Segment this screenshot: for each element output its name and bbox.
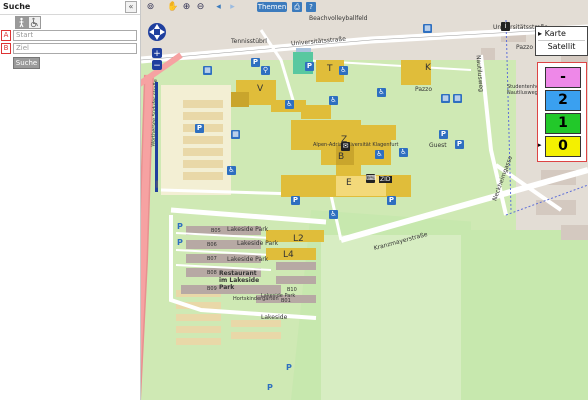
building-b-label[interactable]: B [338, 152, 344, 162]
sidebar-header: Suche « [0, 0, 140, 15]
bike-icon[interactable]: ⚲ [261, 66, 270, 75]
parking-marker-icon[interactable]: P [267, 383, 273, 392]
zoom-slider-track[interactable] [155, 82, 158, 192]
bus-stop-icon[interactable]: ▦ [203, 66, 212, 75]
home-icon[interactable]: ⊚ [145, 2, 156, 13]
wheelchair-icon[interactable] [28, 16, 41, 29]
b01-label: B01 [281, 298, 291, 304]
info-icon[interactable]: i [501, 22, 510, 31]
pan-zoom-control: + − [147, 20, 167, 80]
svg-text:+: + [153, 49, 161, 59]
collapse-sidebar-button[interactable]: « [125, 1, 137, 13]
building-k-label[interactable]: K [425, 63, 431, 73]
start-badge: A [1, 30, 11, 41]
building-v-label[interactable]: V [257, 84, 263, 94]
parking-marker-icon[interactable]: P [286, 363, 292, 372]
beachvolleyball-label: Beachvolleyballfeld [309, 15, 368, 22]
svg-text:−: − [153, 61, 161, 71]
floor-1-button[interactable]: 1 [545, 113, 581, 134]
wheelchair-parking-icon[interactable]: ♿ [377, 88, 386, 97]
floor-2-button[interactable]: 2 [545, 90, 581, 111]
b07-label: B07 [207, 256, 217, 262]
themen-button[interactable]: Themen [257, 2, 287, 12]
floor-minus-button[interactable]: - [545, 67, 581, 88]
wheelchair-parking-icon[interactable]: ♿ [227, 166, 236, 175]
parking-icon[interactable]: P [455, 140, 464, 149]
search-sidebar: Suche « A Start B Ziel Suche [0, 0, 141, 400]
bus-stop-icon[interactable]: ▦ [423, 24, 432, 33]
wheelchair-parking-icon[interactable]: ♿ [329, 210, 338, 219]
ziel-input[interactable]: Ziel [13, 43, 137, 54]
pazzo-label: Pazzo [516, 44, 533, 51]
bus-stop-icon[interactable]: ▦ [453, 94, 462, 103]
print-icon[interactable]: ⎙ [292, 2, 302, 12]
layer-switcher: ▸ Karte Satellit [535, 26, 588, 56]
parking-icon[interactable]: P [291, 196, 300, 205]
pan-hand-icon[interactable]: ✋ [167, 2, 178, 13]
street-lakeside-park-2: Lakeside Park [237, 240, 279, 247]
bus-stop-icon[interactable]: ▦ [231, 130, 240, 139]
b06-label: B06 [207, 242, 217, 248]
layer-option-karte[interactable]: ▸ Karte [538, 28, 585, 41]
parking-marker-icon[interactable]: P [177, 238, 183, 247]
street-lakeside-park-3: Lakeside Park [227, 256, 269, 263]
b05-label: B05 [211, 228, 221, 234]
computer-icon[interactable]: ⌨ [366, 174, 376, 183]
tennisstuebrl-label: Tennisstübrl [231, 38, 267, 45]
search-button[interactable]: Suche [13, 57, 40, 69]
pazzo-label-2: Pazzo [415, 86, 432, 93]
street-lakeside: Lakeside [261, 314, 288, 321]
campus-map[interactable]: V T K Z B E L2 L4 Universitätsstraße Uni… [141, 0, 588, 400]
b09-label: B09 [207, 286, 217, 292]
restaurant-label: Restaurant im Lakeside Park [219, 270, 260, 291]
resize-handle-icon[interactable]: ‖ [155, 180, 159, 188]
layer-karte-label: Karte [544, 29, 566, 38]
floor-selector: - 2 1 0 ▸ [537, 62, 587, 162]
parking-icon[interactable]: P [305, 62, 314, 71]
active-layer-marker: ▸ [538, 29, 543, 38]
help-icon[interactable]: ? [306, 2, 316, 12]
wheelchair-parking-icon[interactable]: ♿ [399, 148, 408, 157]
building-t-label[interactable]: T [327, 64, 333, 74]
wheelchair-parking-icon[interactable]: ♿ [339, 66, 348, 75]
wheelchair-parking-icon[interactable]: ♿ [375, 150, 384, 159]
studentenheim-label: Studentenheim Nautilusweg [507, 84, 546, 96]
building-l4-label[interactable]: L4 [283, 250, 294, 260]
kindergarten-label: Hortskindergarten [233, 296, 279, 302]
street-lakeside-park-1: Lakeside Park [227, 226, 269, 233]
guest-label: Guest [429, 142, 447, 149]
back-arrow-icon[interactable]: ◂ [213, 2, 224, 13]
parking-marker-icon[interactable]: P [177, 222, 183, 231]
walking-person-icon[interactable] [15, 16, 28, 29]
parking-icon[interactable]: P [439, 130, 448, 139]
layer-option-satellit[interactable]: Satellit [538, 41, 585, 53]
start-input[interactable]: Start [13, 30, 137, 41]
active-floor-marker-icon: ▸ [538, 141, 542, 149]
layer-satellit-label: Satellit [547, 42, 576, 51]
wheelchair-parking-icon[interactable]: ♿ [285, 100, 294, 109]
floor-0-button[interactable]: 0 [545, 136, 581, 157]
university-label: Alpen-Adria Universität Klagenfurt [313, 142, 399, 148]
zoom-out-icon[interactable]: ⊖ [195, 2, 206, 13]
forward-arrow-icon[interactable]: ▸ [227, 2, 238, 13]
ziel-badge: B [1, 43, 11, 54]
b08-label: B08 [207, 270, 217, 276]
zid-label[interactable]: ZID [379, 176, 392, 183]
sidebar-title: Suche [3, 2, 31, 11]
bus-stop-icon[interactable]: ▦ [441, 94, 450, 103]
parking-icon[interactable]: P [195, 124, 204, 133]
building-l2-label[interactable]: L2 [293, 234, 304, 244]
parking-icon[interactable]: P [387, 196, 396, 205]
zoom-in-icon[interactable]: ⊕ [181, 2, 192, 13]
building-e-label[interactable]: E [346, 178, 352, 188]
b10-label: B10 [287, 287, 297, 293]
mail-icon[interactable]: ✉ [341, 142, 350, 151]
wheelchair-parking-icon[interactable]: ♿ [329, 96, 338, 105]
parking-icon[interactable]: P [251, 58, 260, 67]
map-canvas [141, 0, 588, 400]
